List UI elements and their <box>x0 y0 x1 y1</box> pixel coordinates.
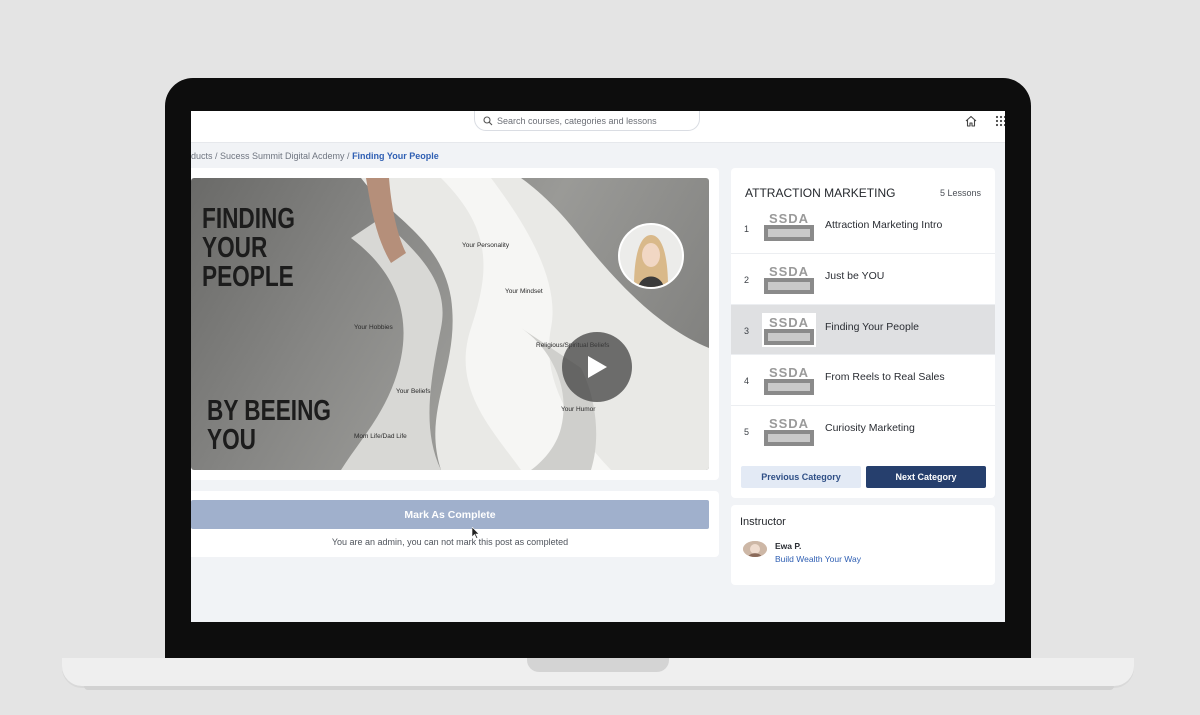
video-label: Your Personality <box>462 242 510 249</box>
lesson-thumbnail: SSDA <box>762 363 816 397</box>
lesson-thumbnail: SSDA <box>762 209 816 243</box>
home-icon[interactable] <box>964 114 978 128</box>
lesson-list: 1 SSDA Attraction Marketing Intro 2 SSDA… <box>731 209 995 456</box>
category-title: ATTRACTION MARKETING <box>745 186 896 200</box>
lesson-thumb-text: SSDA <box>769 416 809 431</box>
video-label: Your Mindset <box>505 288 543 295</box>
completion-card: Mark As Complete You are an admin, you c… <box>191 491 719 557</box>
instructor-avatar[interactable] <box>743 541 767 557</box>
lesson-thumbnail: SSDA <box>762 413 816 448</box>
instructor-heading: Instructor <box>740 516 786 528</box>
top-bar <box>191 111 1005 143</box>
completion-note: You are an admin, you can not mark this … <box>331 537 569 547</box>
video-player[interactable]: FINDING YOUR PEOPLE BY BEEING YOU Your P… <box>191 178 709 470</box>
lesson-thumbnail: SSDA <box>762 312 816 347</box>
lesson-name: Finding Your People <box>825 320 919 333</box>
next-category-button[interactable]: Next Category <box>866 466 986 488</box>
category-nav: Previous Category Next Category <box>741 466 986 488</box>
video-card: FINDING YOUR PEOPLE BY BEEING YOU Your P… <box>191 168 719 480</box>
play-button[interactable] <box>562 332 632 402</box>
instructor-name: Ewa P. <box>775 541 802 551</box>
lessons-panel: ATTRACTION MARKETING 5 Lessons 1 SSDA At… <box>731 168 995 498</box>
video-label: Mom Life/Dad Life <box>354 433 407 440</box>
search-icon <box>483 115 493 125</box>
lesson-name: Just be YOU <box>825 270 885 282</box>
breadcrumb-path[interactable]: ducts / Sucess Summit Digital Acdemy / <box>191 151 352 161</box>
lesson-item[interactable]: 5 SSDA Curiosity Marketing <box>731 404 995 456</box>
mark-complete-button[interactable]: Mark As Complete <box>191 500 709 529</box>
video-title-top: FINDING YOUR PEOPLE <box>202 203 295 293</box>
lesson-number: 1 <box>744 224 750 234</box>
lesson-item[interactable]: 4 SSDA From Reels to Real Sales <box>731 354 995 405</box>
lesson-item[interactable]: 2 SSDA Just be YOU <box>731 253 995 304</box>
lessons-count: 5 Lessons <box>939 188 981 198</box>
lesson-thumb-text: SSDA <box>769 211 809 226</box>
previous-category-button[interactable]: Previous Category <box>741 466 861 488</box>
app-screen: ducts / Sucess Summit Digital Acdemy / F… <box>191 111 1005 622</box>
apps-grid-icon[interactable] <box>995 115 1005 127</box>
lesson-item-active[interactable]: 3 SSDA Finding Your People <box>731 303 995 354</box>
laptop-notch <box>527 658 669 672</box>
lesson-number: 4 <box>744 376 750 386</box>
video-label: Your Beliefs <box>396 388 431 395</box>
search-box[interactable] <box>474 111 700 131</box>
lesson-name: Curiosity Marketing <box>825 421 915 434</box>
lesson-number: 5 <box>744 426 750 437</box>
presenter-avatar <box>618 223 684 289</box>
laptop-foot <box>84 686 1114 690</box>
breadcrumb-current: Finding Your People <box>352 151 439 161</box>
video-label: Your Humor <box>561 406 596 413</box>
lesson-name: From Reels to Real Sales <box>825 371 945 383</box>
lesson-name: Attraction Marketing Intro <box>825 219 943 231</box>
play-icon <box>588 356 607 378</box>
lesson-thumb-text: SSDA <box>769 315 809 330</box>
breadcrumb: ducts / Sucess Summit Digital Acdemy / F… <box>191 151 439 161</box>
search-input[interactable] <box>497 115 687 126</box>
instructor-card: Instructor Ewa P. Build Wealth Your Way <box>731 505 995 585</box>
cursor-icon <box>472 527 480 539</box>
video-label: Your Hobbies <box>354 324 393 331</box>
lesson-thumbnail: SSDA <box>762 262 816 296</box>
video-title-bottom: BY BEEING YOU <box>207 395 332 456</box>
lesson-number: 2 <box>744 275 750 285</box>
lesson-thumb-text: SSDA <box>769 365 809 380</box>
lesson-number: 3 <box>744 325 750 336</box>
lesson-item[interactable]: 1 SSDA Attraction Marketing Intro <box>731 209 995 253</box>
lesson-thumb-text: SSDA <box>769 264 809 279</box>
instructor-link[interactable]: Build Wealth Your Way <box>775 554 861 564</box>
